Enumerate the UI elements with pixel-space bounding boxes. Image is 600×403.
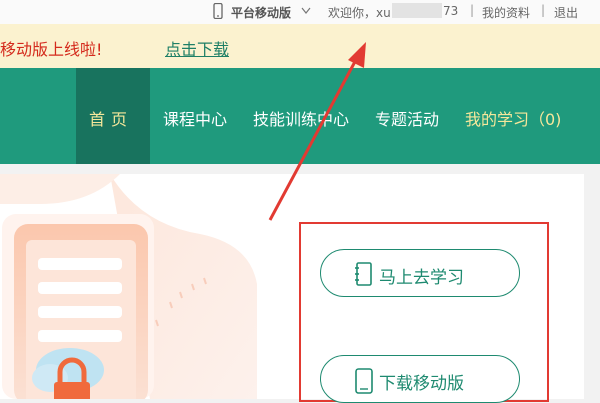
separator: | <box>470 3 475 17</box>
nav-item-special-events[interactable]: 专题活动 <box>375 106 439 130</box>
mobile-phone-icon <box>355 368 373 394</box>
nav-item-skill-training[interactable]: 技能训练中心 <box>253 106 349 130</box>
study-now-label: 马上去学习 <box>379 268 464 288</box>
redacted-username <box>392 3 442 18</box>
my-profile-link[interactable]: 我的资料 <box>482 4 530 21</box>
notebook-icon <box>355 262 372 286</box>
logout-link[interactable]: 退出 <box>554 4 578 21</box>
welcome-suffix: 73 <box>443 4 459 18</box>
study-now-button[interactable]: 马上去学习 <box>320 249 520 297</box>
separator: | <box>541 3 546 17</box>
main-navigation: 首页 课程中心 技能训练中心 专题活动 我的学习（0) <box>0 68 600 164</box>
download-mobile-button[interactable]: 下载移动版 <box>320 355 520 403</box>
welcome-text: 欢迎你，xu <box>328 4 391 21</box>
nav-item-home[interactable]: 首页 <box>76 68 150 164</box>
notice-message: 移动版上线啦! <box>0 40 103 59</box>
top-utility-bar: 平台移动版 欢迎你，xu 73 | 我的资料 | 退出 <box>0 0 600 24</box>
welcome-prefix: 欢迎你，xu <box>328 6 391 20</box>
nav-item-label: 首页 <box>89 110 134 129</box>
nav-item-my-learning[interactable]: 我的学习（0) <box>465 106 561 130</box>
nav-item-courses[interactable]: 课程中心 <box>163 106 227 130</box>
download-link[interactable]: 点击下载 <box>165 36 229 60</box>
platform-mobile-link[interactable]: 平台移动版 <box>231 4 291 21</box>
mobile-app-illustration <box>0 174 257 399</box>
highlighted-actions: 马上去学习 下载移动版 <box>299 222 549 403</box>
download-mobile-label: 下载移动版 <box>379 374 464 394</box>
chevron-down-icon[interactable] <box>300 3 312 17</box>
mobile-launch-notice: 移动版上线啦! 点击下载 <box>0 24 600 68</box>
mobile-phone-icon <box>213 3 223 19</box>
